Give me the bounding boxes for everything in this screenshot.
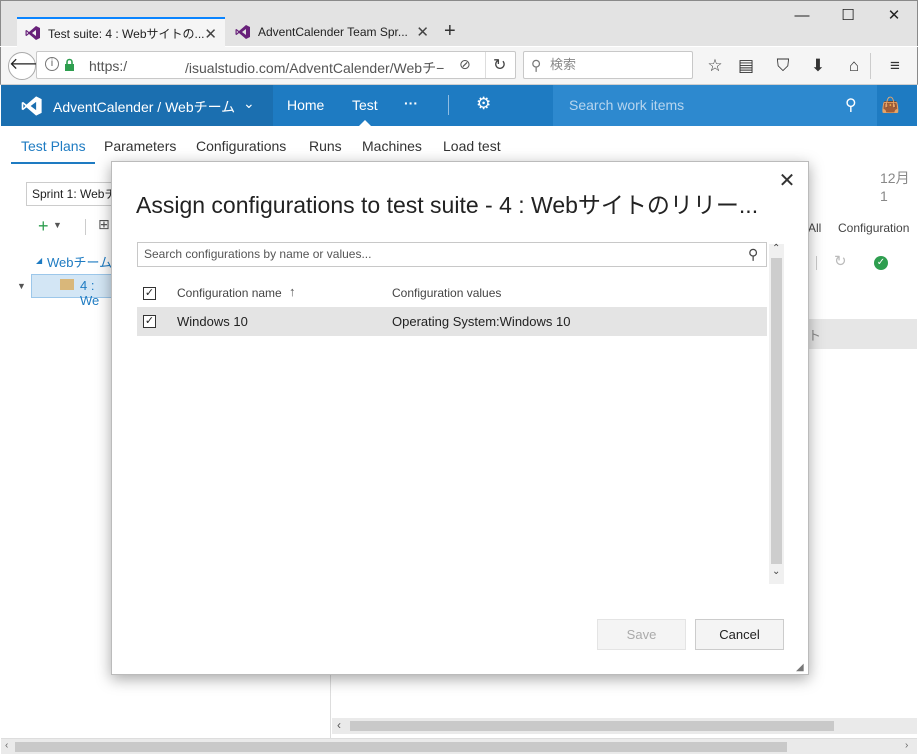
expand-icon[interactable]: ◢: [36, 256, 42, 265]
horizontal-scrollbar[interactable]: ‹ ›: [1, 738, 917, 754]
tab-test-plans[interactable]: Test Plans: [21, 138, 86, 154]
filter-all[interactable]: All: [808, 221, 821, 235]
close-tab-icon[interactable]: ✕: [416, 23, 429, 41]
minimize-icon[interactable]: —: [792, 6, 812, 26]
pocket-icon[interactable]: ⛉: [770, 53, 796, 79]
browser-tab[interactable]: AdventCalender Team Spr... ✕: [227, 17, 437, 47]
scroll-up-icon[interactable]: ⌃: [772, 243, 780, 254]
scrollbar-thumb[interactable]: [771, 258, 782, 564]
lock-icon: [65, 58, 74, 71]
tree-node-selected[interactable]: 4 : We: [31, 274, 116, 308]
reading-list-icon[interactable]: ▤: [733, 53, 759, 79]
resize-grip-icon[interactable]: ◢: [796, 662, 804, 673]
tab-runs[interactable]: Runs: [309, 138, 342, 154]
search-placeholder: 検索: [550, 57, 577, 72]
scrollbar-thumb[interactable]: [15, 742, 787, 752]
project-name[interactable]: AdventCalender / Webチーム: [53, 97, 235, 117]
dialog-title: Assign configurations to test suite - 4 …: [136, 192, 759, 218]
info-icon[interactable]: i: [45, 57, 59, 71]
visual-studio-icon: [25, 26, 40, 40]
table-row[interactable]: ✓ Windows 10 Operating System:Windows 10: [137, 307, 767, 336]
home-icon[interactable]: ⌂: [841, 53, 867, 79]
browser-search-input[interactable]: ⚲ 検索: [523, 51, 693, 79]
row-checkbox[interactable]: ✓: [143, 315, 156, 328]
scrollbar-thumb[interactable]: [350, 721, 834, 731]
configuration-name: Windows 10: [177, 314, 248, 329]
tab-label: Test suite: 4 : Webサイトの...: [48, 26, 205, 41]
chevron-down-icon[interactable]: ▼: [53, 220, 62, 230]
scroll-left-icon[interactable]: ‹: [337, 718, 341, 732]
visual-studio-logo-icon[interactable]: [21, 95, 43, 117]
new-tab-button[interactable]: +: [444, 20, 456, 43]
tree-toolbar-icon[interactable]: ⊞: [98, 216, 110, 233]
collapse-icon[interactable]: ▼: [17, 281, 26, 291]
folder-icon: [60, 279, 74, 290]
scroll-down-icon[interactable]: ⌄: [772, 566, 780, 577]
work-item-search-placeholder: Search work items: [569, 97, 685, 113]
inner-horizontal-scrollbar[interactable]: ‹: [332, 718, 917, 734]
reload-icon[interactable]: ↻: [493, 55, 506, 75]
pass-check-icon[interactable]: ✓: [874, 256, 888, 270]
back-button[interactable]: 🡐: [8, 52, 52, 80]
date-label: 12月1: [880, 170, 910, 204]
work-item-search[interactable]: Search work items ⚲: [553, 85, 877, 126]
bookmark-star-icon[interactable]: ☆: [702, 53, 728, 79]
sort-ascending-icon[interactable]: ↑: [289, 284, 296, 299]
settings-gear-icon[interactable]: ⚙: [476, 94, 491, 114]
nav-test[interactable]: Test: [352, 97, 378, 113]
column-header-values[interactable]: Configuration values: [392, 286, 501, 300]
sprint-select[interactable]: Sprint 1: Webチ: [26, 182, 121, 206]
tree-root[interactable]: Webチーム: [47, 252, 112, 271]
search-icon: ⚲: [531, 57, 542, 73]
url-text: /isualstudio.com/AdventCalender/Webチ−: [185, 60, 445, 76]
filter-configuration[interactable]: Configuration: [838, 221, 909, 235]
chevron-down-icon[interactable]: ⌄: [243, 95, 255, 112]
search-icon[interactable]: ⚲: [845, 85, 857, 126]
marketplace-bag-icon[interactable]: 👜: [881, 96, 900, 114]
close-tab-icon[interactable]: ✕: [204, 25, 217, 43]
row-text: ト: [808, 328, 822, 343]
menu-icon[interactable]: ≡: [882, 53, 908, 79]
scroll-right-icon[interactable]: ›: [905, 740, 908, 751]
url-bar[interactable]: i https:/ /isualstudio.com/AdventCalende…: [36, 51, 516, 79]
close-icon[interactable]: ✕: [777, 168, 797, 193]
nav-home[interactable]: Home: [287, 97, 324, 113]
tab-machines[interactable]: Machines: [362, 138, 422, 154]
download-icon[interactable]: ⬇: [805, 53, 831, 79]
configuration-search-input[interactable]: Search configurations by name or values.…: [137, 242, 767, 267]
nav-more[interactable]: ···: [404, 95, 418, 111]
table-row[interactable]: ト: [802, 319, 917, 349]
reader-view-icon[interactable]: ⊘: [459, 56, 471, 73]
grid-header: ✓ Configuration name ↑ Configuration val…: [137, 280, 767, 306]
search-icon[interactable]: ⚲: [748, 243, 758, 266]
tab-configurations[interactable]: Configurations: [196, 138, 286, 154]
rerun-icon[interactable]: ↻: [834, 252, 847, 270]
search-placeholder: Search configurations by name or values.…: [144, 247, 372, 261]
tab-parameters[interactable]: Parameters: [104, 138, 176, 154]
configuration-values: Operating System:Windows 10: [392, 314, 571, 329]
tab-load-test[interactable]: Load test: [443, 138, 501, 154]
save-button[interactable]: Save: [597, 619, 686, 650]
hub-tabs: Test Plans Parameters Configurations Run…: [1, 126, 917, 164]
tab-label: AdventCalender Team Spr...: [258, 25, 408, 39]
cancel-button[interactable]: Cancel: [695, 619, 784, 650]
tree-node-label: 4 : We: [80, 278, 100, 308]
assign-configurations-dialog: Assign configurations to test suite - 4 …: [111, 161, 809, 675]
maximize-icon[interactable]: ☐: [838, 6, 858, 26]
window-close-icon[interactable]: ✕: [884, 6, 904, 26]
app-header: AdventCalender / Webチーム ⌄ Home Test ··· …: [1, 85, 917, 126]
column-header-name[interactable]: Configuration name: [177, 286, 282, 300]
add-icon[interactable]: +: [38, 216, 49, 237]
select-all-checkbox[interactable]: ✓: [143, 287, 156, 300]
scroll-left-icon[interactable]: ‹: [5, 740, 8, 751]
browser-tab-active[interactable]: Test suite: 4 : Webサイトの... ✕: [17, 17, 225, 47]
visual-studio-icon: [235, 25, 250, 39]
url-scheme: https:/: [89, 58, 128, 74]
